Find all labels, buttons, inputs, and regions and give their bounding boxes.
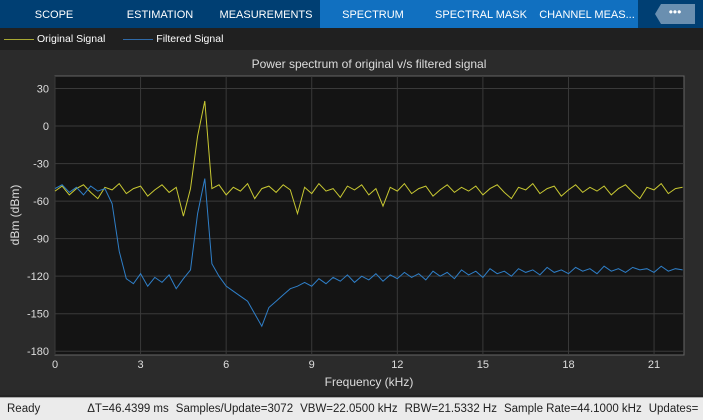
legend-line-icon (4, 38, 34, 40)
legend-line-icon (123, 38, 154, 40)
status-rbw: RBW=21.5332 Hz (404, 403, 497, 415)
status-state: Ready (7, 403, 41, 415)
spectrum-plot[interactable]: Power spectrum of original v/s filtered … (0, 50, 703, 395)
tab-measurements[interactable]: MEASUREMENTS (212, 0, 320, 28)
x-tick-label: 9 (309, 359, 315, 371)
y-tick-label: -180 (27, 346, 49, 358)
tab-spectrum[interactable]: SPECTRUM (320, 0, 426, 28)
tab-spectral-mask[interactable]: SPECTRAL MASK (426, 0, 536, 28)
x-tick-label: 18 (562, 359, 574, 371)
x-tick-label: 12 (391, 359, 403, 371)
legend-item-original[interactable]: Original Signal (4, 33, 105, 45)
x-tick-label: 0 (52, 359, 58, 371)
legend-label: Filtered Signal (156, 33, 224, 45)
x-tick-label: 3 (138, 359, 144, 371)
status-sample-rate: Sample Rate=44.1000 kHz (503, 403, 642, 415)
status-samples: Samples/Update=3072 (175, 403, 294, 415)
y-tick-label: -120 (27, 271, 49, 283)
status-bar: Ready ΔT=46.4399 ms Samples/Update=3072 … (0, 397, 703, 420)
status-vbw: VBW=22.0500 kHz (300, 403, 398, 415)
y-tick-label: 0 (43, 121, 49, 133)
status-updates: Updates= (648, 403, 699, 415)
y-tick-label: -30 (33, 159, 49, 171)
y-tick-label: -150 (27, 309, 49, 321)
x-tick-label: 15 (477, 359, 489, 371)
chart-title: Power spectrum of original v/s filtered … (252, 57, 487, 71)
tab-channel-measurements[interactable]: CHANNEL MEAS... (536, 0, 638, 28)
tab-scope[interactable]: SCOPE (0, 0, 108, 28)
legend-label: Original Signal (37, 33, 106, 45)
axes-area (54, 75, 685, 356)
y-tick-label: -60 (33, 196, 49, 208)
x-tick-label: 21 (648, 359, 660, 371)
y-axis-label: dBm (dBm) (8, 185, 22, 246)
chart-svg: Power spectrum of original v/s filtered … (8, 57, 685, 389)
x-tick-label: 6 (223, 359, 229, 371)
x-axis-label: Frequency (kHz) (325, 375, 414, 389)
toolstrip-tabs: SCOPE ESTIMATION MEASUREMENTS SPECTRUM S… (0, 0, 703, 28)
y-tick-label: 30 (37, 84, 49, 96)
legend-item-filtered[interactable]: Filtered Signal (123, 33, 223, 45)
legend: Original Signal Filtered Signal (0, 28, 703, 50)
more-options-button[interactable]: ••• (655, 4, 695, 24)
y-tick-label: -90 (33, 234, 49, 246)
tab-estimation[interactable]: ESTIMATION (108, 0, 212, 28)
status-delta-t: ΔT=46.4399 ms (87, 403, 169, 415)
